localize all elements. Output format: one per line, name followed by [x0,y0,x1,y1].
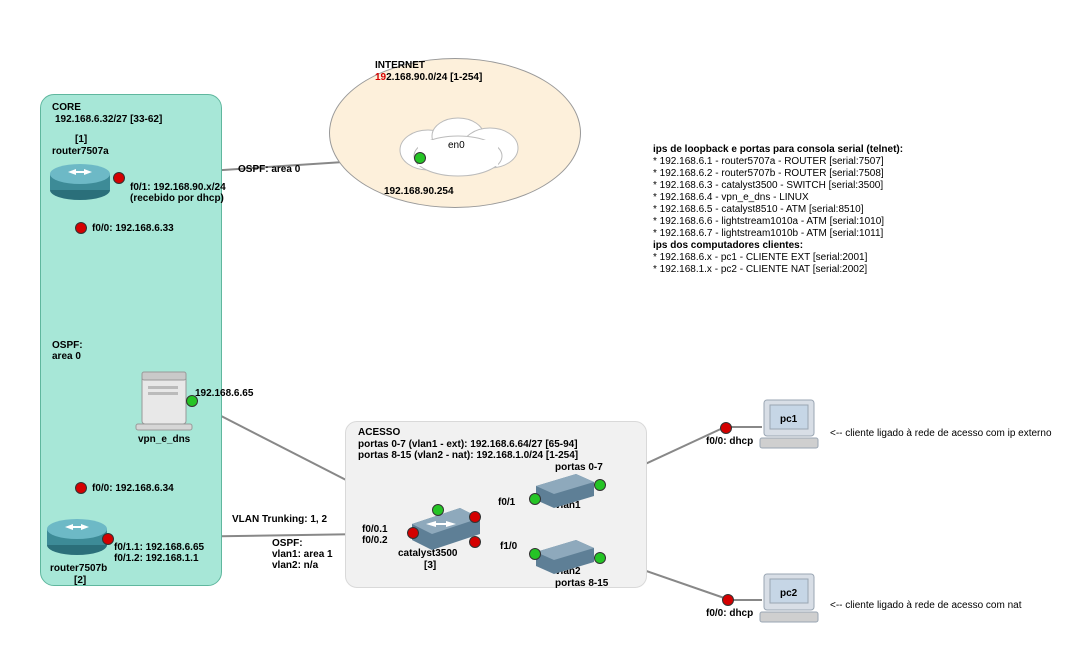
info-l4: * 192.168.6.4 - vpn_e_dns - LINUX [653,192,903,204]
r1-port-f00 [75,222,87,234]
info-l1: * 192.168.6.1 - router5707a - ROUTER [se… [653,156,903,168]
acesso-l2: portas 8-15 (vlan2 - nat): 192.168.1.0/2… [358,450,578,461]
vlan1-ports: portas 0-7 [555,462,603,473]
vlan1-label: vlan1 [555,500,581,511]
r1-f01-b: (recebido por dhcp) [130,193,224,204]
r2-idx: [2] [74,575,86,586]
info-l3: * 192.168.6.3 - catalyst3500 - SWITCH [s… [653,180,903,192]
internet-subnet: 192.168.90.0/24 [1-254] [375,72,482,83]
catalyst-port-left [407,527,419,539]
vlan1-port-left [529,493,541,505]
info-l7: * 192.168.6.7 - lightstream1010b - ATM [… [653,228,903,240]
pc1-desc: <-- cliente ligado à rede de acesso com … [830,428,1052,439]
pc2-desc: <-- cliente ligado à rede de acesso com … [830,600,1022,611]
info-l2: * 192.168.6.2 - router5707b - ROUTER [se… [653,168,903,180]
pc1-if: f0/0: dhcp [706,436,753,447]
internet-gw-label: 192.168.90.254 [384,186,454,197]
r1-f01-a: f0/1: 192.168.90.x/24 [130,182,226,193]
r2-f00: f0/0: 192.168.6.34 [92,483,174,494]
r1-f00: f0/0: 192.168.6.33 [92,223,174,234]
vpn-name: vpn_e_dns [138,434,190,445]
core-title: CORE [52,102,81,113]
info-h1: ips de loopback e portas para consola se… [653,144,903,156]
internet-title: INTERNET [375,60,425,71]
info-l6: * 192.168.6.6 - lightstream1010a - ATM [… [653,216,903,228]
r2-port-f01 [102,533,114,545]
pc1-port [720,422,732,434]
acesso-title: ACESSO [358,427,400,438]
ospf-core-2: area 0 [52,351,81,362]
internet-port [414,152,426,164]
catalyst-port-r2 [469,536,481,548]
trunk-label: VLAN Trunking: 1, 2 [232,514,327,525]
pc1-label: pc1 [780,414,797,425]
r1-name: router7507a [52,146,109,157]
catalyst-idx: [3] [424,560,436,571]
vpn-ip: 192.168.6.65 [195,388,253,399]
catalyst-f01: f0/1 [498,497,515,508]
info-c1: * 192.168.6.x - pc1 - CLIENTE EXT [seria… [653,252,903,264]
r1-idx: [1] [75,134,87,145]
vlan2-port-right [594,552,606,564]
vpn-port [186,395,198,407]
r2-port-f00 [75,482,87,494]
r2-sub1: f0/1.1: 192.168.6.65 [114,542,204,553]
ospf-r1: OSPF: area 0 [238,164,300,175]
r2-sub2: f0/1.2: 192.168.1.1 [114,553,199,564]
catalyst-name: catalyst3500 [398,548,458,559]
vlan2-ports: portas 8-15 [555,578,608,589]
trunk-ospf-v1: vlan1: area 1 [272,549,333,560]
catalyst-f10: f1/0 [500,541,517,552]
pc2-label: pc2 [780,588,797,599]
catalyst-f001: f0/0.1 [362,524,388,535]
pc2-port [722,594,734,606]
trunk-ospf: OSPF: [272,538,303,549]
info-h2: ips dos computadores clientes: [653,240,903,252]
acesso-l1: portas 0-7 (vlan1 - ext): 192.168.6.64/2… [358,439,578,450]
vlan2-port-left [529,548,541,560]
catalyst-port-r1 [469,511,481,523]
vlan1-port-right [594,479,606,491]
info-c2: * 192.168.1.x - pc2 - CLIENTE NAT [seria… [653,264,903,276]
catalyst-port-top [432,504,444,516]
core-subnet: 192.168.6.32/27 [33-62] [55,114,162,125]
catalyst-f002: f0/0.2 [362,535,388,546]
r2-name: router7507b [50,563,107,574]
vlan2-label: vlan2 [555,566,581,577]
info-block: ips de loopback e portas para consola se… [653,144,903,276]
cloud-label: en0 [448,140,465,151]
ospf-core-1: OSPF: [52,340,83,351]
pc2-if: f0/0: dhcp [706,608,753,619]
trunk-ospf-v2: vlan2: n/a [272,560,318,571]
info-l5: * 192.168.6.5 - catalyst8510 - ATM [seri… [653,204,903,216]
r1-port-f01 [113,172,125,184]
